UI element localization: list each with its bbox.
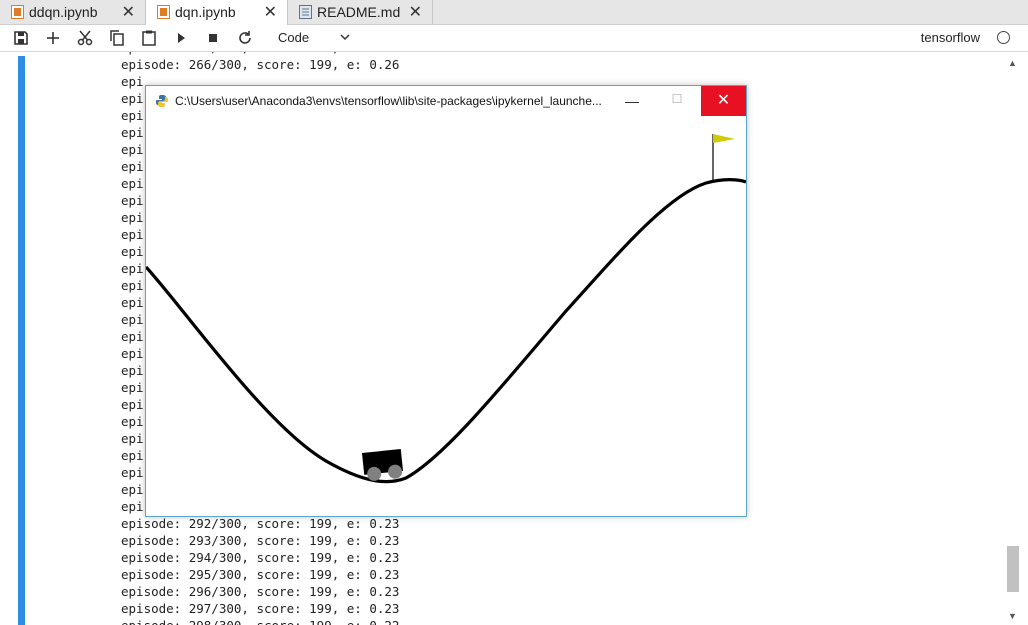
stop-icon[interactable] bbox=[203, 28, 223, 48]
output-line: episode: 266/300, score: 199, e: 0.26 bbox=[121, 57, 400, 72]
output-line: epi bbox=[121, 278, 144, 293]
mountain-track bbox=[146, 178, 746, 484]
output-line: episode: 297/300, score: 199, e: 0.23 bbox=[121, 601, 400, 616]
flag-icon bbox=[713, 134, 735, 143]
output-line: epi bbox=[121, 227, 144, 242]
close-button[interactable]: ✕ bbox=[701, 86, 746, 116]
close-icon[interactable]: ✕ bbox=[122, 2, 135, 22]
notebook-toolbar: Code tensorflow bbox=[0, 25, 1028, 52]
chevron-down-icon[interactable] bbox=[339, 30, 351, 44]
output-line: epi bbox=[121, 482, 144, 497]
tab-readme[interactable]: README.md ✕ bbox=[288, 0, 433, 24]
tab-label: ddqn.ipynb bbox=[29, 4, 98, 20]
output-line: epi bbox=[121, 193, 144, 208]
notebook-icon bbox=[157, 5, 170, 19]
output-line: episode: 294/300, score: 199, e: 0.23 bbox=[121, 550, 400, 565]
output-line: epi bbox=[121, 159, 144, 174]
output-line: epi bbox=[121, 91, 144, 106]
add-cell-icon[interactable] bbox=[43, 28, 63, 48]
scroll-down-icon[interactable]: ▼ bbox=[1008, 611, 1017, 621]
maximize-button[interactable]: ☐ bbox=[666, 92, 688, 108]
environment-canvas bbox=[146, 134, 746, 484]
output-line: epi bbox=[121, 74, 144, 89]
output-line: epi bbox=[121, 414, 144, 429]
restart-icon[interactable] bbox=[235, 28, 255, 48]
save-icon[interactable] bbox=[11, 28, 31, 48]
window-titlebar[interactable]: C:\Users\user\Anaconda3\envs\tensorflow\… bbox=[146, 86, 746, 116]
output-line: epi bbox=[121, 499, 144, 514]
output-line: epi bbox=[121, 448, 144, 463]
output-line: epi bbox=[121, 142, 144, 157]
tab-label: dqn.ipynb bbox=[175, 4, 236, 20]
output-line: epi bbox=[121, 397, 144, 412]
output-line: epi bbox=[121, 465, 144, 480]
paste-icon[interactable] bbox=[139, 28, 159, 48]
output-line: epi bbox=[121, 329, 144, 344]
gym-render-window[interactable]: C:\Users\user\Anaconda3\envs\tensorflow\… bbox=[145, 85, 747, 517]
output-line: epi bbox=[121, 346, 144, 361]
output-line: epi bbox=[121, 108, 144, 123]
kernel-status-icon bbox=[997, 31, 1010, 44]
copy-icon[interactable] bbox=[107, 28, 127, 48]
output-line: epi bbox=[121, 312, 144, 327]
tab-label: README.md bbox=[317, 4, 401, 20]
output-line: episode: 293/300, score: 199, e: 0.23 bbox=[121, 533, 400, 548]
python-icon bbox=[156, 95, 168, 107]
run-icon[interactable] bbox=[171, 28, 191, 48]
document-icon bbox=[299, 5, 312, 19]
window-title: C:\Users\user\Anaconda3\envs\tensorflow\… bbox=[175, 94, 602, 108]
cell-type-dropdown[interactable]: Code bbox=[278, 30, 309, 45]
scroll-up-icon[interactable]: ▲ bbox=[1008, 58, 1017, 68]
output-line: episode: 296/300, score: 199, e: 0.23 bbox=[121, 584, 400, 599]
output-line: epi bbox=[121, 431, 144, 446]
scrollbar[interactable]: ▲ ▼ bbox=[1005, 58, 1022, 621]
scroll-thumb[interactable] bbox=[1007, 546, 1019, 592]
output-line: epi bbox=[121, 261, 144, 276]
notebook-icon bbox=[11, 5, 24, 19]
car bbox=[361, 448, 404, 481]
minimize-button[interactable]: — bbox=[620, 93, 644, 109]
output-line: epi bbox=[121, 363, 144, 378]
tab-dqn[interactable]: dqn.ipynb ✕ bbox=[146, 0, 288, 25]
close-icon[interactable]: ✕ bbox=[409, 2, 422, 22]
output-line: epi bbox=[121, 244, 144, 259]
tab-bar: ddqn.ipynb ✕ dqn.ipynb ✕ README.md ✕ bbox=[0, 0, 1028, 25]
output-line: epi bbox=[121, 125, 144, 140]
kernel-name[interactable]: tensorflow bbox=[921, 30, 980, 45]
output-line: epi bbox=[121, 176, 144, 191]
output-line: epi bbox=[121, 210, 144, 225]
output-line: epi bbox=[121, 380, 144, 395]
tab-ddqn[interactable]: ddqn.ipynb ✕ bbox=[0, 0, 146, 24]
output-line: episode: 295/300, score: 199, e: 0.23 bbox=[121, 567, 400, 582]
output-line: episode: 292/300, score: 199, e: 0.23 bbox=[121, 516, 400, 531]
cut-icon[interactable] bbox=[75, 28, 95, 48]
output-line: episode: 298/300, score: 199, e: 0.22 bbox=[121, 617, 399, 625]
close-icon[interactable]: ✕ bbox=[264, 2, 277, 22]
active-cell-indicator[interactable] bbox=[18, 56, 25, 625]
output-line: epi bbox=[121, 295, 144, 310]
